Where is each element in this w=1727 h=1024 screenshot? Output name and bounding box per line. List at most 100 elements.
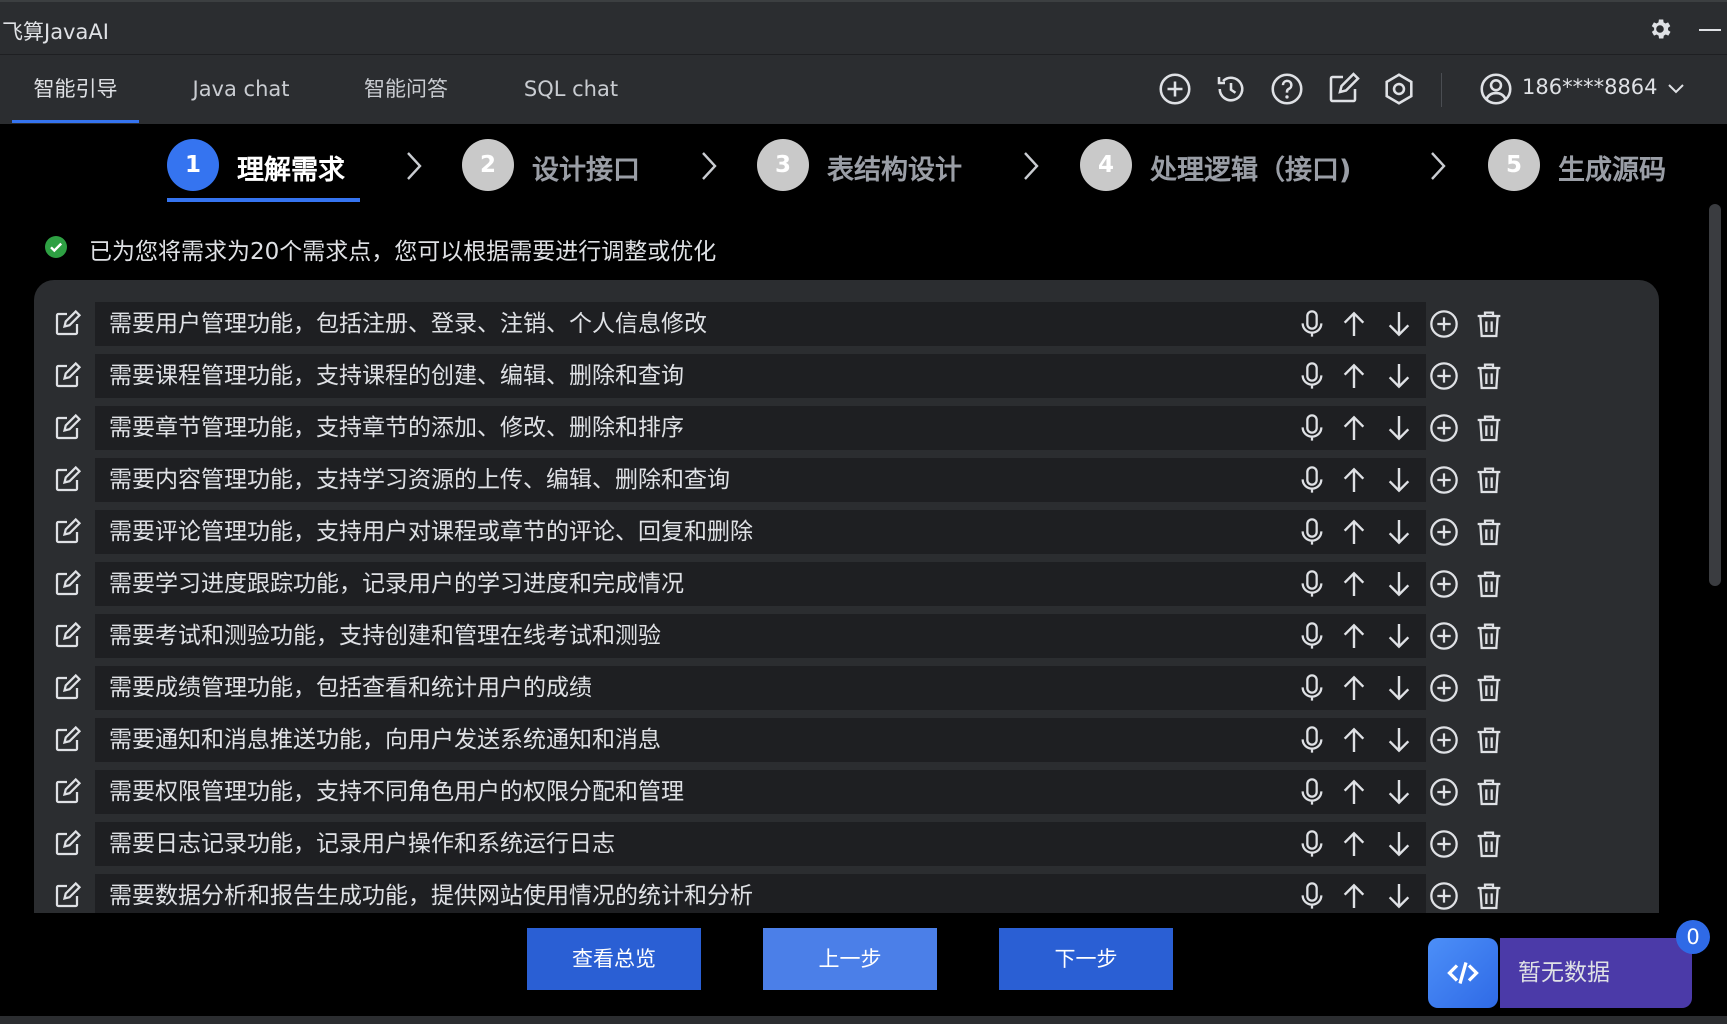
add-circle-icon[interactable]: [1428, 464, 1460, 496]
arrow-up-icon[interactable]: [1338, 308, 1370, 340]
microphone-icon[interactable]: [1296, 724, 1328, 756]
history-icon[interactable]: [1213, 71, 1249, 107]
arrow-down-icon[interactable]: [1383, 464, 1415, 496]
trash-icon[interactable]: [1473, 308, 1505, 340]
requirement-text[interactable]: 需要内容管理功能，支持学习资源的上传、编辑、删除和查询: [95, 458, 1426, 502]
arrow-up-icon[interactable]: [1338, 568, 1370, 600]
arrow-down-icon[interactable]: [1383, 516, 1415, 548]
requirement-text[interactable]: 需要数据分析和报告生成功能，提供网站使用情况的统计和分析: [95, 874, 1426, 913]
add-circle-icon[interactable]: [1428, 880, 1460, 912]
arrow-up-icon[interactable]: [1338, 620, 1370, 652]
add-circle-icon[interactable]: [1428, 776, 1460, 808]
add-circle-icon[interactable]: [1428, 724, 1460, 756]
microphone-icon[interactable]: [1296, 828, 1328, 860]
microphone-icon[interactable]: [1296, 360, 1328, 392]
arrow-up-icon[interactable]: [1338, 724, 1370, 756]
tab-java-chat[interactable]: Java chat: [178, 55, 304, 123]
user-avatar-icon[interactable]: [1478, 71, 1514, 107]
trash-icon[interactable]: [1473, 516, 1505, 548]
arrow-up-icon[interactable]: [1338, 880, 1370, 912]
edit-icon[interactable]: [52, 361, 82, 391]
edit-icon[interactable]: [52, 673, 82, 703]
arrow-down-icon[interactable]: [1383, 412, 1415, 444]
microphone-icon[interactable]: [1296, 620, 1328, 652]
code-icon[interactable]: [1428, 938, 1498, 1008]
settings-hex-icon[interactable]: [1381, 71, 1417, 107]
microphone-icon[interactable]: [1296, 516, 1328, 548]
requirement-text[interactable]: 需要考试和测验功能，支持创建和管理在线考试和测验: [95, 614, 1426, 658]
trash-icon[interactable]: [1473, 568, 1505, 600]
edit-icon[interactable]: [52, 881, 82, 911]
trash-icon[interactable]: [1473, 828, 1505, 860]
overview-button[interactable]: 查看总览: [527, 928, 701, 990]
arrow-down-icon[interactable]: [1383, 880, 1415, 912]
arrow-down-icon[interactable]: [1383, 568, 1415, 600]
code-widget[interactable]: 暂无数据: [1428, 938, 1692, 1008]
scrollbar[interactable]: [1709, 204, 1721, 586]
edit-icon[interactable]: [52, 517, 82, 547]
arrow-up-icon[interactable]: [1338, 672, 1370, 704]
requirement-text[interactable]: 需要评论管理功能，支持用户对课程或章节的评论、回复和删除: [95, 510, 1426, 554]
add-circle-icon[interactable]: [1428, 672, 1460, 704]
arrow-down-icon[interactable]: [1383, 360, 1415, 392]
microphone-icon[interactable]: [1296, 412, 1328, 444]
next-step-button[interactable]: 下一步: [999, 928, 1173, 990]
add-circle-icon[interactable]: [1428, 308, 1460, 340]
requirement-text[interactable]: 需要学习进度跟踪功能，记录用户的学习进度和完成情况: [95, 562, 1426, 606]
tab-smart-qa[interactable]: 智能问答: [343, 55, 469, 123]
trash-icon[interactable]: [1473, 620, 1505, 652]
microphone-icon[interactable]: [1296, 880, 1328, 912]
edit-icon[interactable]: [52, 309, 82, 339]
trash-icon[interactable]: [1473, 672, 1505, 704]
microphone-icon[interactable]: [1296, 672, 1328, 704]
trash-icon[interactable]: [1473, 776, 1505, 808]
requirement-text[interactable]: 需要日志记录功能，记录用户操作和系统运行日志: [95, 822, 1426, 866]
help-icon[interactable]: [1269, 71, 1305, 107]
code-widget-label[interactable]: 暂无数据: [1500, 938, 1692, 1008]
arrow-down-icon[interactable]: [1383, 308, 1415, 340]
requirement-text[interactable]: 需要课程管理功能，支持课程的创建、编辑、删除和查询: [95, 354, 1426, 398]
add-circle-icon[interactable]: [1428, 620, 1460, 652]
add-circle-icon[interactable]: [1428, 516, 1460, 548]
edit-icon[interactable]: [52, 465, 82, 495]
gear-icon[interactable]: [1647, 16, 1673, 42]
requirement-text[interactable]: 需要成绩管理功能，包括查看和统计用户的成绩: [95, 666, 1426, 710]
edit-icon[interactable]: [52, 829, 82, 859]
edit-icon[interactable]: [52, 569, 82, 599]
chevron-down-icon[interactable]: [1664, 77, 1688, 101]
requirement-text[interactable]: 需要章节管理功能，支持章节的添加、修改、删除和排序: [95, 406, 1426, 450]
minimize-icon[interactable]: [1699, 29, 1721, 31]
arrow-up-icon[interactable]: [1338, 412, 1370, 444]
trash-icon[interactable]: [1473, 724, 1505, 756]
microphone-icon[interactable]: [1296, 776, 1328, 808]
add-circle-icon[interactable]: [1428, 828, 1460, 860]
arrow-up-icon[interactable]: [1338, 516, 1370, 548]
plus-circle-icon[interactable]: [1157, 71, 1193, 107]
edit-icon[interactable]: [1325, 71, 1361, 107]
prev-step-button[interactable]: 上一步: [763, 928, 937, 990]
trash-icon[interactable]: [1473, 360, 1505, 392]
edit-icon[interactable]: [52, 621, 82, 651]
user-phone[interactable]: 186****8864: [1522, 75, 1658, 99]
trash-icon[interactable]: [1473, 880, 1505, 912]
add-circle-icon[interactable]: [1428, 412, 1460, 444]
arrow-down-icon[interactable]: [1383, 776, 1415, 808]
arrow-up-icon[interactable]: [1338, 776, 1370, 808]
tab-smart-guide[interactable]: 智能引导: [12, 55, 139, 123]
edit-icon[interactable]: [52, 725, 82, 755]
arrow-up-icon[interactable]: [1338, 464, 1370, 496]
edit-icon[interactable]: [52, 777, 82, 807]
microphone-icon[interactable]: [1296, 308, 1328, 340]
trash-icon[interactable]: [1473, 464, 1505, 496]
add-circle-icon[interactable]: [1428, 568, 1460, 600]
edit-icon[interactable]: [52, 413, 82, 443]
requirement-text[interactable]: 需要通知和消息推送功能，向用户发送系统通知和消息: [95, 718, 1426, 762]
microphone-icon[interactable]: [1296, 568, 1328, 600]
arrow-down-icon[interactable]: [1383, 724, 1415, 756]
arrow-down-icon[interactable]: [1383, 828, 1415, 860]
add-circle-icon[interactable]: [1428, 360, 1460, 392]
trash-icon[interactable]: [1473, 412, 1505, 444]
arrow-down-icon[interactable]: [1383, 620, 1415, 652]
requirement-text[interactable]: 需要权限管理功能，支持不同角色用户的权限分配和管理: [95, 770, 1426, 814]
arrow-up-icon[interactable]: [1338, 828, 1370, 860]
